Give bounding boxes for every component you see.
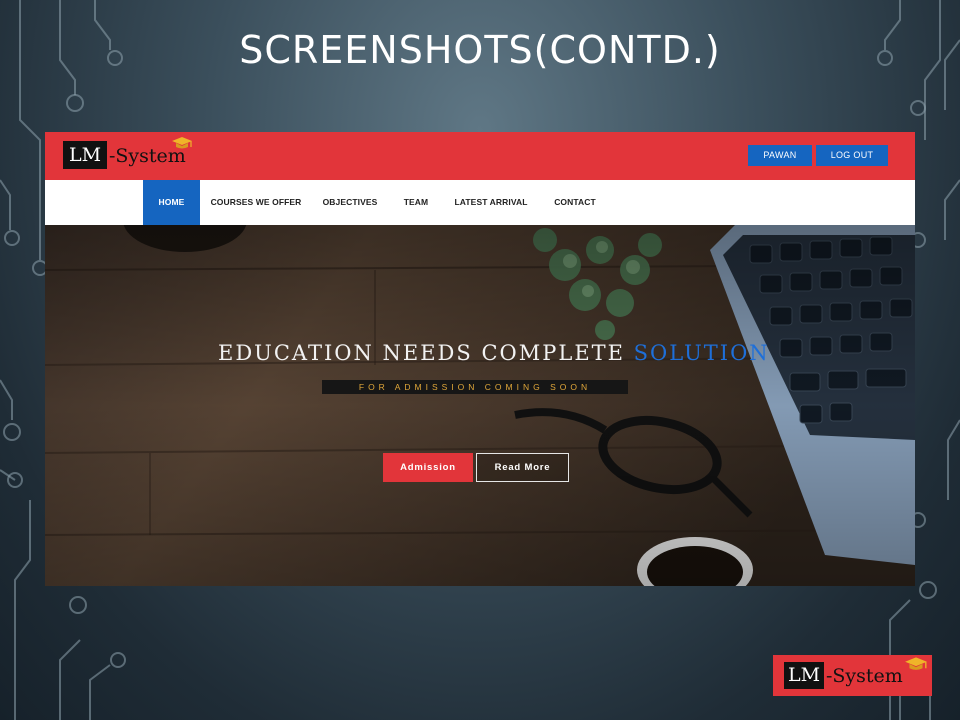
nav-objectives[interactable]: OBJECTIVES <box>317 180 383 225</box>
admission-button[interactable]: Admission <box>383 453 473 482</box>
hero-subtitle: FOR ADMISSION COMING SOON <box>322 380 628 394</box>
hero-title-accent: SOLUTION <box>633 341 770 365</box>
corner-logo-system: -System <box>826 665 903 687</box>
corner-logo: LM -System <box>773 655 932 696</box>
website-screenshot: LM -System PAWAN LOG OUT HOME COURSES WE… <box>45 132 915 586</box>
logo-lm: LM <box>63 141 107 169</box>
hero-section: EDUCATION NEEDS COMPLETE SOLUTION FOR AD… <box>45 225 915 586</box>
graduation-cap-icon <box>172 137 192 149</box>
nav-courses[interactable]: COURSES WE OFFER <box>208 180 304 225</box>
user-button[interactable]: PAWAN <box>748 145 812 166</box>
site-header: LM -System PAWAN LOG OUT <box>45 132 915 180</box>
nav-team[interactable]: TEAM <box>397 180 435 225</box>
hero-title-main: EDUCATION NEEDS COMPLETE <box>218 341 625 365</box>
logout-button[interactable]: LOG OUT <box>816 145 888 166</box>
read-more-button[interactable]: Read More <box>476 453 569 482</box>
hero-title: EDUCATION NEEDS COMPLETE SOLUTION <box>218 341 768 365</box>
slide-title: SCREENSHOTS(CONTD.) <box>239 28 721 72</box>
hero-background-image <box>45 225 915 586</box>
nav-latest-arrival[interactable]: LATEST ARRIVAL <box>450 180 532 225</box>
main-nav: HOME COURSES WE OFFER OBJECTIVES TEAM LA… <box>45 180 915 225</box>
corner-logo-lm: LM <box>784 662 824 689</box>
nav-home[interactable]: HOME <box>143 180 200 225</box>
graduation-cap-icon <box>905 657 927 670</box>
nav-contact[interactable]: CONTACT <box>548 180 602 225</box>
